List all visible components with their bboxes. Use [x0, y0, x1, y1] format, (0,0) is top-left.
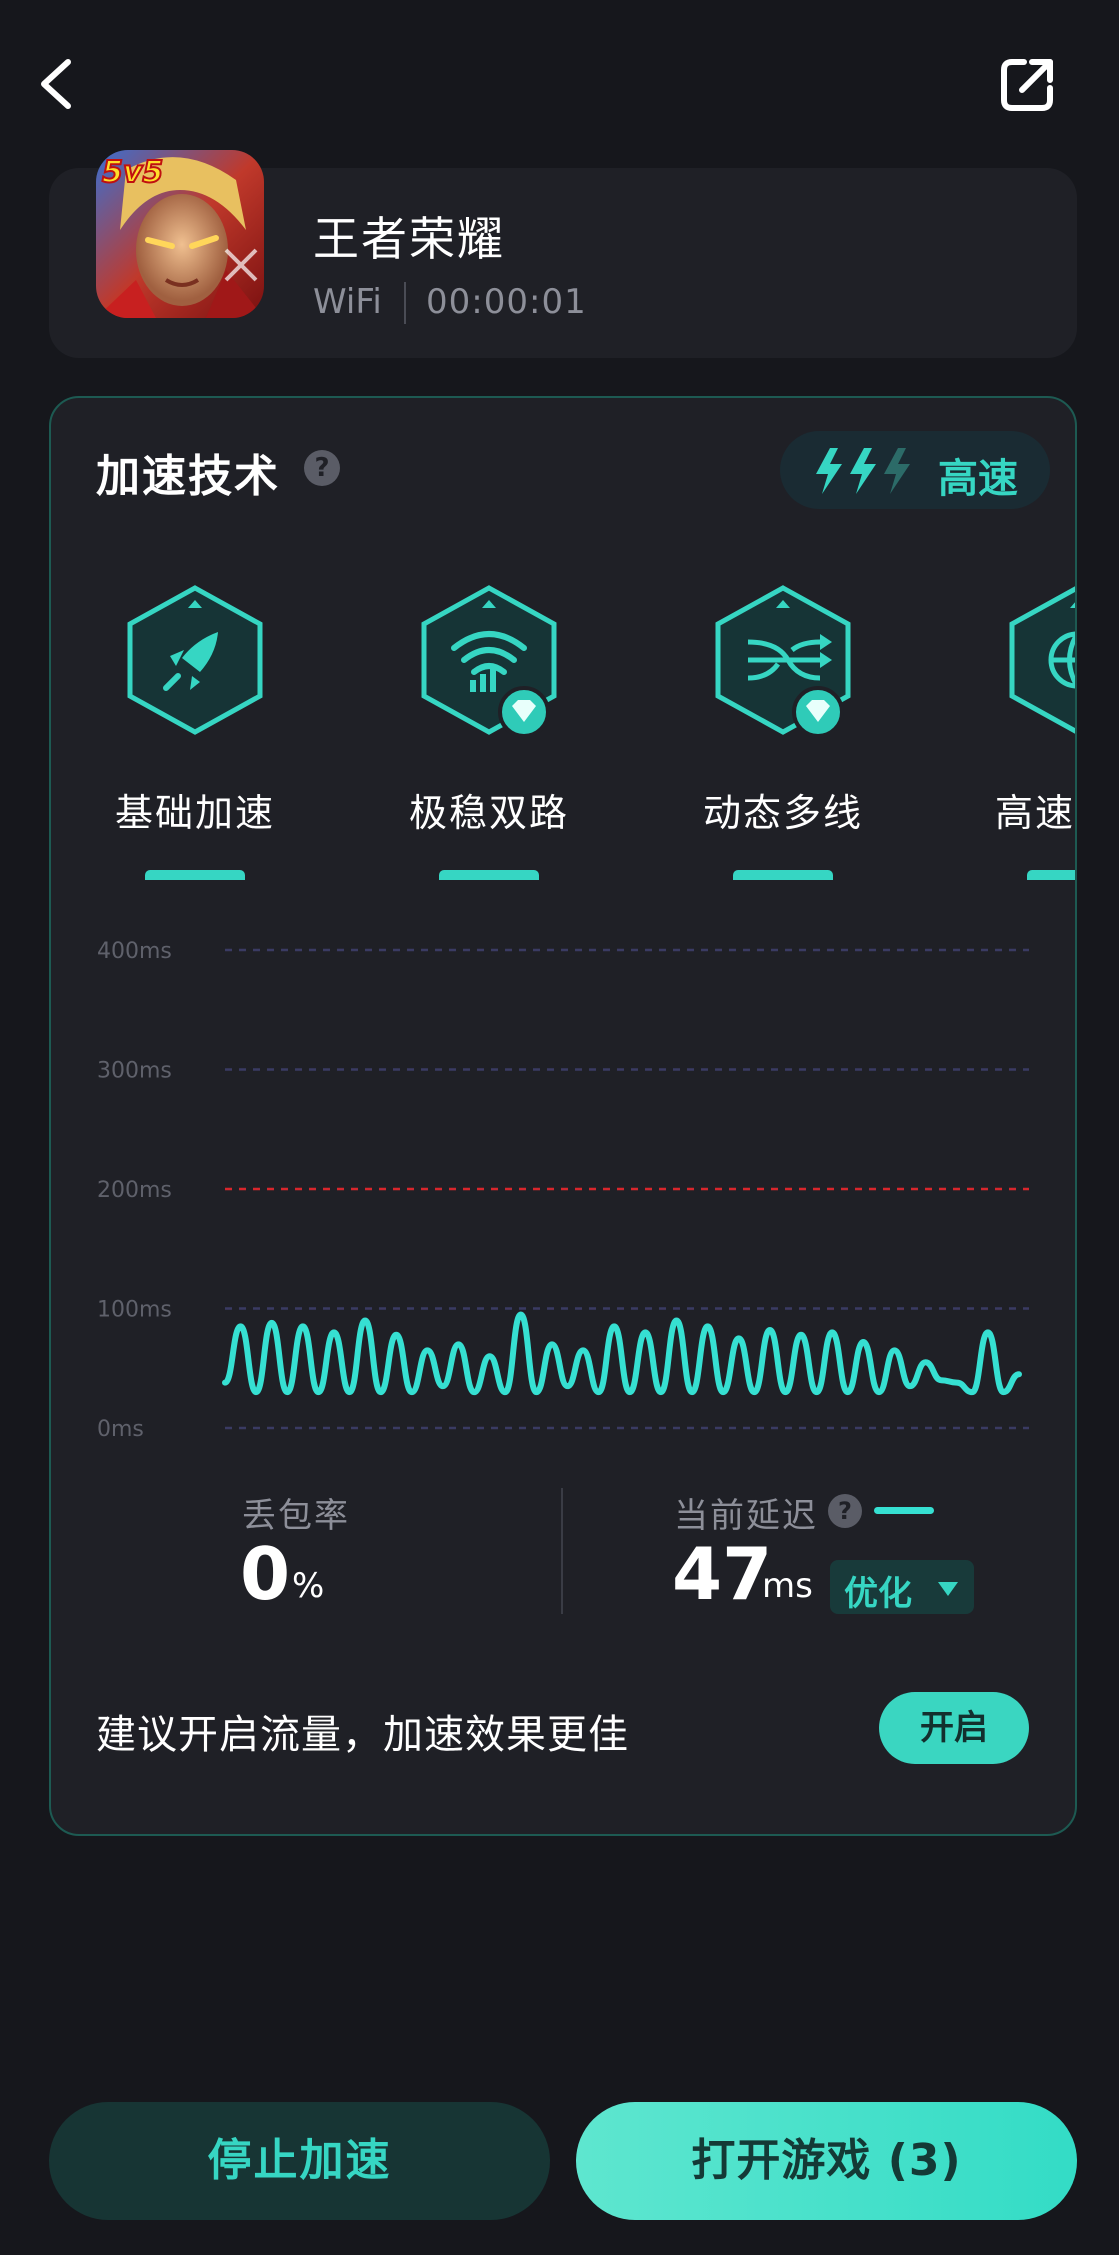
caret-down-icon — [938, 1582, 958, 1596]
divider — [404, 282, 406, 324]
tech-item-highspeed[interactable] — [1002, 580, 1075, 740]
rocket-icon — [127, 585, 263, 735]
latency-chart: 400ms 300ms 200ms 100ms 0ms — [97, 939, 1029, 1442]
lightning-icon — [816, 448, 910, 494]
tech-label: 极稳双路 — [408, 791, 569, 835]
tech-item-basic[interactable] — [120, 580, 270, 740]
tech-label: 高速 — [995, 791, 1075, 835]
multiline-arrows-icon — [715, 585, 851, 738]
tech-indicator — [439, 870, 539, 880]
share-button[interactable] — [996, 52, 1060, 116]
tech-label: 基础加速 — [114, 791, 275, 835]
latency-value: 47 — [672, 1532, 773, 1616]
optimize-label: 优化 — [844, 1574, 912, 1614]
svg-text:5v5: 5v5 — [102, 155, 163, 190]
chevron-left-icon — [41, 59, 71, 109]
help-icon[interactable]: ? — [828, 1494, 862, 1528]
y-tick-label: 200ms — [97, 1178, 172, 1203]
help-icon[interactable]: ? — [304, 450, 340, 486]
tech-item-dual[interactable] — [414, 580, 564, 740]
latency-line — [222, 1311, 1022, 1396]
suggestion-text: 建议开启流量，加速效果更佳 — [96, 1712, 629, 1758]
game-icon: 5v5 — [96, 150, 264, 318]
packet-loss-value: 0 — [240, 1532, 291, 1616]
y-tick-label: 400ms — [97, 939, 172, 964]
stop-accelerate-button[interactable]: 停止加速 — [49, 2102, 550, 2220]
y-tick-label: 100ms — [97, 1298, 172, 1323]
accelerate-timer: 00:00:01 — [426, 282, 587, 322]
globe-icon — [1009, 586, 1075, 734]
tech-label: 动态多线 — [702, 791, 863, 835]
chart-ticks: 400ms 300ms 200ms 100ms 0ms — [97, 939, 172, 1442]
stat-divider — [561, 1488, 563, 1614]
packet-loss-label: 丢包率 — [242, 1496, 350, 1536]
y-tick-label: 0ms — [97, 1417, 144, 1442]
speed-label: 高速 — [938, 456, 1018, 502]
chart-grid — [225, 948, 1029, 1430]
y-tick-label: 300ms — [97, 1059, 172, 1084]
latency-unit: ms — [762, 1566, 813, 1606]
tech-indicator — [145, 870, 245, 880]
back-button[interactable] — [30, 52, 86, 116]
game-title: 王者荣耀 — [313, 212, 505, 266]
share-external-icon — [1001, 59, 1053, 111]
open-game-button[interactable]: 打开游戏 (3) — [576, 2102, 1077, 2220]
enable-data-button[interactable]: 开启 — [879, 1692, 1029, 1764]
latency-label: 当前延迟 — [674, 1496, 818, 1536]
legend-line — [874, 1507, 934, 1514]
tech-indicator — [1027, 870, 1075, 880]
network-type: WiFi — [313, 282, 382, 322]
section-title: 加速技术 — [96, 451, 280, 502]
tech-item-multiline[interactable] — [708, 580, 858, 740]
wifi-signal-icon — [421, 585, 557, 738]
tech-indicator — [733, 870, 833, 880]
packet-loss-unit: % — [292, 1566, 325, 1606]
